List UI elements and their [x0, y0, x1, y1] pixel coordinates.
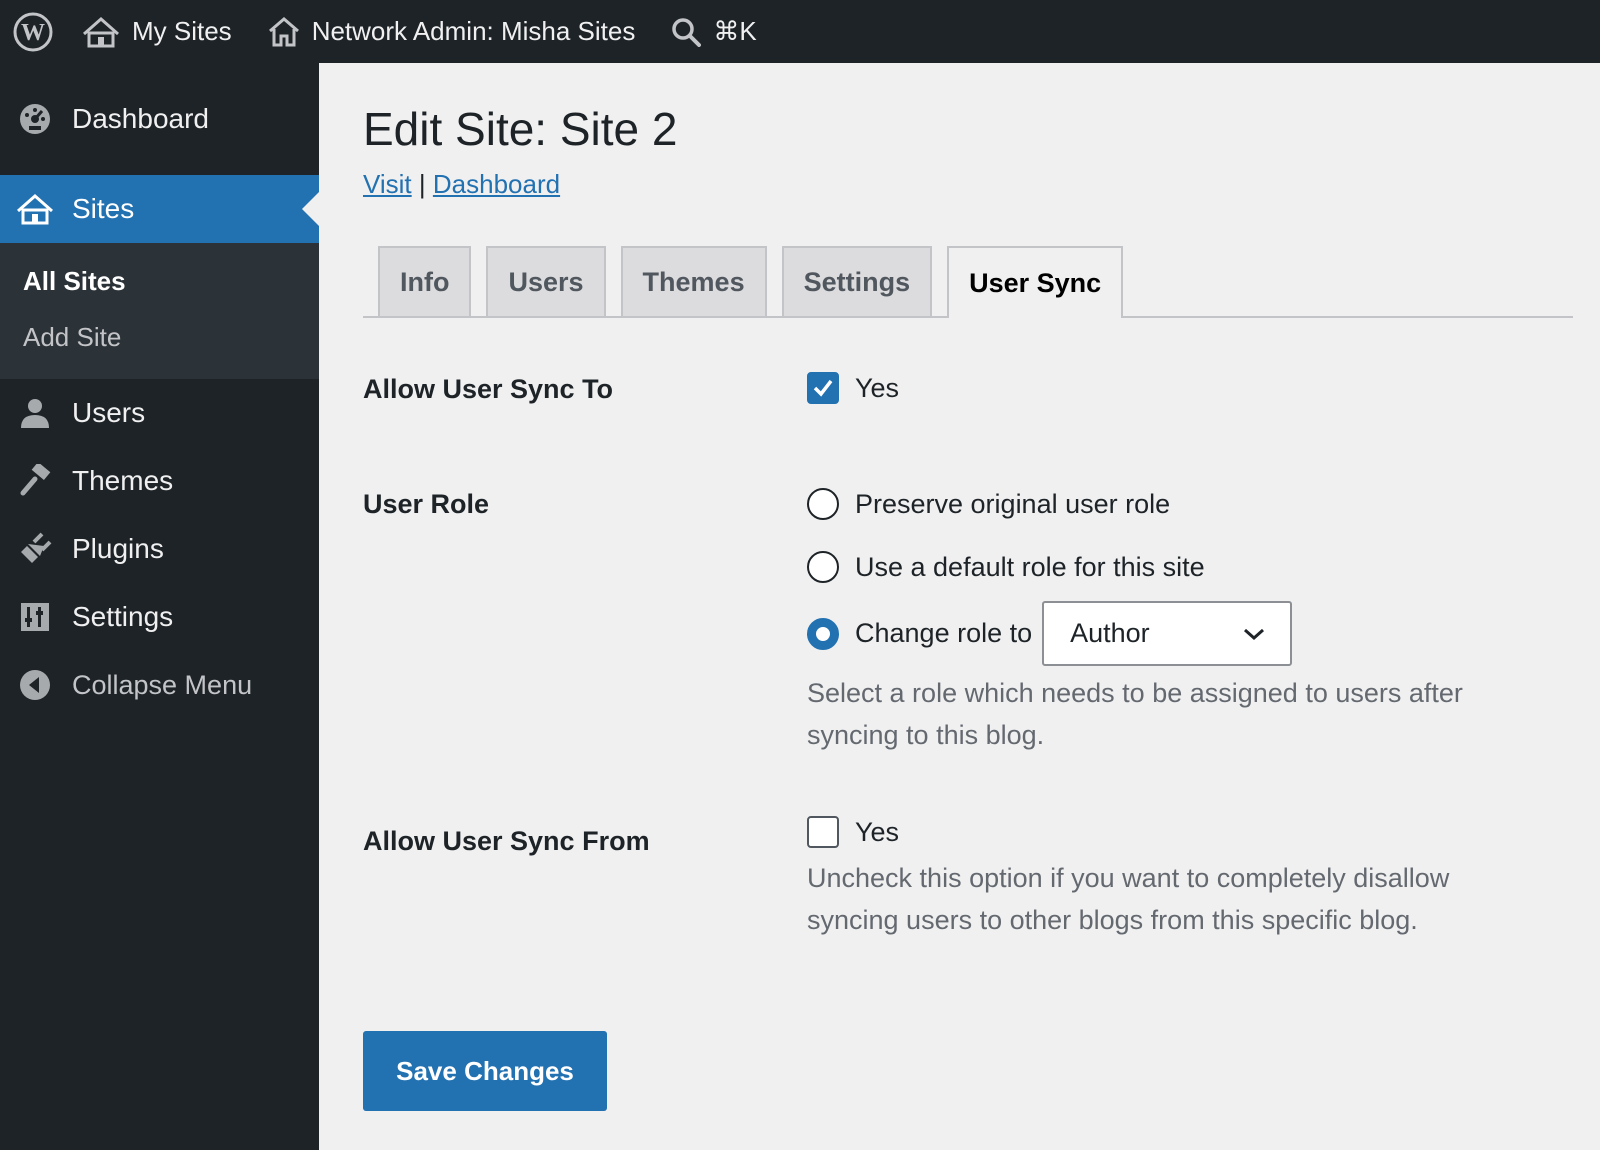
svg-text:W: W [21, 20, 45, 46]
search-shortcut-label: ⌘K [713, 16, 757, 46]
sites-submenu: All Sites Add Site [0, 243, 319, 379]
dashboard-gauge-icon [16, 100, 54, 138]
tab-settings[interactable]: Settings [781, 246, 933, 316]
sidebar-item-users[interactable]: Users [0, 379, 319, 447]
allow-sync-from-option: Yes [807, 814, 1547, 850]
role-select[interactable]: Author [1042, 601, 1293, 666]
visit-link[interactable]: Visit [363, 169, 412, 199]
collapse-menu-label: Collapse Menu [72, 669, 253, 700]
user-role-label: User Role [363, 489, 490, 519]
sites-icon [16, 190, 54, 228]
link-separator: | [418, 169, 426, 199]
admin-bar: W My Sites Network Admin: Misha Sites ⌘K [0, 0, 1600, 63]
plugins-icon [16, 530, 54, 568]
role-option-default: Use a default role for this site [807, 549, 1547, 585]
tab-themes[interactable]: Themes [620, 246, 767, 316]
dashboard-link[interactable]: Dashboard [433, 169, 560, 199]
allow-sync-from-option-label: Yes [855, 816, 900, 847]
submenu-item-add-site[interactable]: Add Site [0, 309, 319, 365]
users-icon [16, 394, 54, 432]
wordpress-logo-icon[interactable]: W [0, 0, 66, 63]
sidebar-item-label: Plugins [72, 533, 164, 564]
search-icon [671, 17, 702, 47]
settings-sliders-icon [16, 598, 54, 636]
tab-user-sync[interactable]: User Sync [947, 246, 1124, 318]
sidebar-item-plugins[interactable]: Plugins [0, 515, 319, 583]
network-admin-label: Network Admin: Misha Sites [311, 16, 636, 46]
network-admin-menu[interactable]: Network Admin: Misha Sites [268, 0, 672, 63]
allow-sync-to-label: Allow User Sync To [363, 374, 614, 404]
allow-sync-from-field: Yes Uncheck this option if you want to c… [807, 814, 1547, 941]
allow-sync-from-label: Allow User Sync From [363, 826, 650, 856]
themes-brush-icon [16, 462, 54, 500]
sidebar-item-settings[interactable]: Settings [0, 583, 319, 651]
save-changes-button[interactable]: Save Changes [363, 1031, 607, 1111]
user-role-field: Preserve original user role Use a defaul… [807, 486, 1547, 756]
default-role-label: Use a default role for this site [855, 551, 1205, 582]
sidebar-item-label: Themes [72, 465, 174, 496]
allow-sync-to-field: Yes [807, 372, 899, 404]
role-option-change: Change role to Author [807, 601, 1547, 666]
sidebar-item-themes[interactable]: Themes [0, 447, 319, 515]
sidebar-item-dashboard[interactable]: Dashboard [0, 63, 319, 175]
sidebar-item-label: Dashboard [72, 103, 209, 134]
preserve-role-label: Preserve original user role [855, 488, 1171, 519]
home-icon [268, 16, 300, 48]
site-links: Visit | Dashboard [363, 169, 1573, 200]
main-content: Edit Site: Site 2 Visit | Dashboard Info… [363, 63, 1573, 1111]
allow-sync-to-option-label: Yes [855, 372, 900, 403]
submenu-item-all-sites[interactable]: All Sites [0, 253, 319, 309]
sidebar-item-label: Sites [72, 193, 135, 224]
sidebar-item-sites[interactable]: Sites [0, 175, 319, 243]
preserve-role-radio[interactable] [807, 488, 839, 520]
my-sites-icon [82, 16, 120, 48]
my-sites-label: My Sites [132, 16, 232, 46]
allow-sync-from-checkbox[interactable] [807, 816, 839, 848]
sidebar-item-label: Settings [72, 601, 174, 632]
tab-info[interactable]: Info [378, 246, 472, 316]
role-select-value: Author [1070, 618, 1150, 648]
role-option-preserve: Preserve original user role [807, 486, 1547, 522]
collapse-menu-button[interactable]: Collapse Menu [0, 651, 319, 719]
my-sites-menu[interactable]: My Sites [66, 0, 268, 63]
admin-sidebar: Dashboard Sites All Sites Add Site Users… [0, 63, 319, 1150]
command-search[interactable]: ⌘K [671, 0, 776, 63]
default-role-radio[interactable] [807, 551, 839, 583]
tab-users[interactable]: Users [486, 246, 606, 316]
allow-sync-from-description: Uncheck this option if you want to compl… [807, 863, 1450, 935]
collapse-arrow-icon [16, 666, 54, 704]
change-role-label: Change role to [855, 618, 1033, 648]
sidebar-item-label: Users [72, 397, 146, 428]
checkmark-icon [813, 379, 833, 397]
allow-sync-to-checkbox[interactable] [807, 372, 839, 404]
page-title: Edit Site: Site 2 [363, 103, 678, 155]
allow-sync-to-option: Yes [807, 372, 899, 404]
change-role-radio[interactable] [807, 617, 839, 650]
site-tabs: Info Users Themes Settings User Sync [363, 246, 1573, 318]
user-role-description: Select a role which needs to be assigned… [807, 678, 1463, 750]
chevron-down-icon [1244, 628, 1265, 640]
